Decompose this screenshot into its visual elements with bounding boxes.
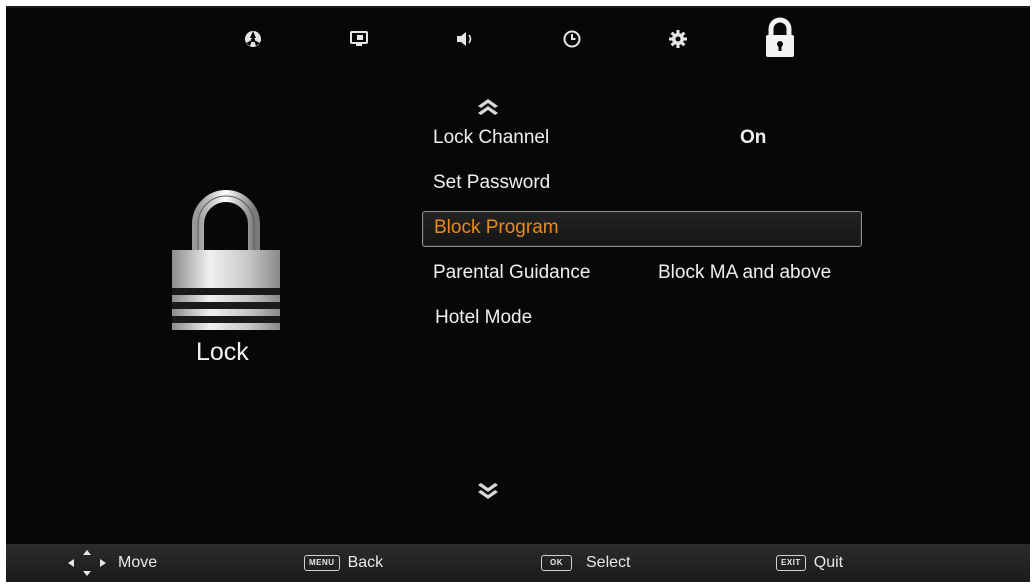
ok-key-icon: OK [541, 555, 572, 571]
menu-item-label: Parental Guidance [433, 262, 591, 283]
menu-item-value: Block MA and above [658, 262, 832, 283]
hint-select-label: Select [586, 554, 631, 571]
sound-icon[interactable] [453, 26, 479, 52]
menu-item-value: On [740, 127, 767, 148]
menu-item-label: Hotel Mode [435, 307, 533, 328]
menu-item-label: Block Program [434, 217, 559, 238]
menu-item-label: Lock Channel [433, 127, 550, 148]
lock-icon[interactable] [762, 16, 798, 60]
hint-select: OK Select [541, 544, 630, 582]
time-icon[interactable] [559, 26, 585, 52]
scroll-down-icon[interactable] [474, 482, 502, 502]
menu-item-parental-guidance[interactable]: Parental Guidance Block MA and above [422, 257, 860, 291]
picture-icon[interactable] [240, 26, 266, 52]
exit-key-icon: EXIT [776, 555, 806, 571]
scroll-up-icon[interactable] [474, 96, 502, 116]
menu-item-set-password[interactable]: Set Password [422, 167, 860, 201]
screen-icon[interactable] [346, 26, 372, 52]
hint-move: Move [64, 544, 157, 582]
hint-quit-label: Quit [813, 554, 844, 571]
footer-hints: Move MENU Back OK Select EXIT Quit [6, 544, 1030, 582]
hint-move-label: Move [118, 554, 158, 571]
hint-back-label: Back [347, 554, 384, 571]
category-tabs [6, 8, 1030, 74]
menu-item-hotel-mode[interactable]: Hotel Mode [422, 302, 860, 336]
menu-item-lock-channel[interactable]: Lock Channel On [422, 122, 860, 156]
menu-key-icon: MENU [304, 555, 340, 571]
panel-title: Lock [196, 338, 249, 366]
big-lock-icon [166, 184, 286, 334]
menu-item-label: Set Password [433, 172, 551, 193]
tv-menu-screen: Lock Lock Channel On Set Password Block … [6, 6, 1030, 582]
hint-back: MENU Back [304, 544, 383, 582]
hint-quit: EXIT Quit [776, 544, 843, 582]
dpad-arrows-icon [68, 550, 106, 576]
menu-item-block-program[interactable]: Block Program [422, 211, 862, 247]
settings-icon[interactable] [665, 26, 691, 52]
